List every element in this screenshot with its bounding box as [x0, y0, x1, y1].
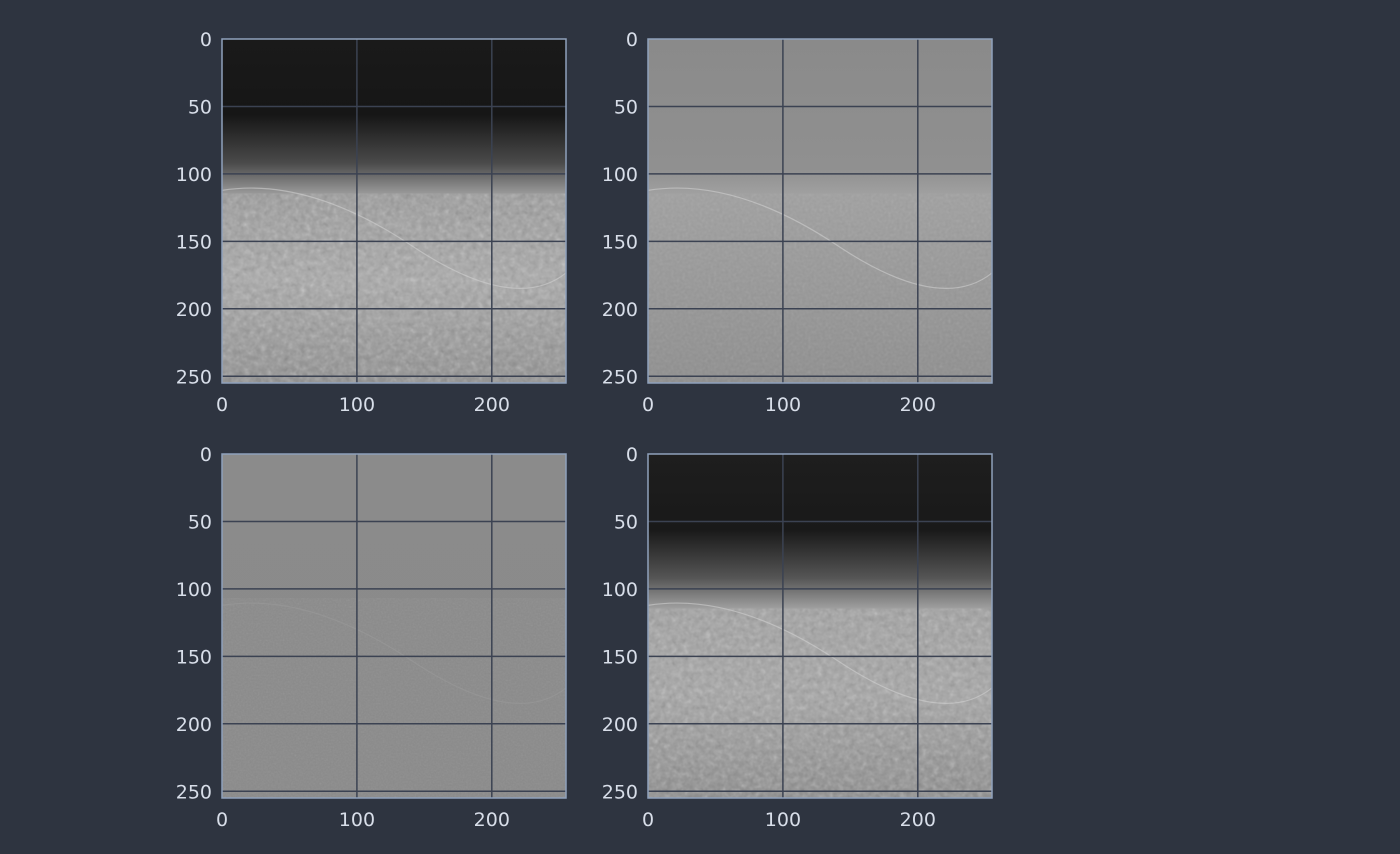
x-tick-label: 100 — [339, 394, 375, 416]
y-tick-label: 0 — [626, 29, 638, 51]
panel-1: 0 100 200 0 50 100 150 200 250 — [176, 29, 567, 416]
y-tick-label: 250 — [602, 781, 638, 803]
panel-2: 0 100 200 0 50 100 150 200 250 — [602, 29, 993, 416]
y-tick-label: 0 — [200, 444, 212, 466]
x-tick-label: 100 — [339, 809, 375, 831]
y-tick-label: 0 — [200, 29, 212, 51]
y-tick-label: 200 — [602, 714, 638, 736]
y-tick-label: 250 — [176, 366, 212, 388]
x-tick-label: 0 — [642, 809, 654, 831]
y-tick-label: 50 — [614, 96, 638, 118]
figure-canvas: 0 100 2000501001502002500 100 20005010015020… — [176, 29, 993, 831]
y-tick-label: 250 — [602, 366, 638, 388]
image-texture-3 — [222, 598, 566, 798]
y-tick-label: 150 — [176, 646, 212, 668]
y-tick-label: 0 — [626, 444, 638, 466]
y-tick-label: 150 — [602, 646, 638, 668]
y-tick-label: 200 — [602, 299, 638, 321]
y-tick-label: 200 — [176, 714, 212, 736]
x-tick-label: 0 — [216, 394, 228, 416]
y-tick-label: 100 — [176, 164, 212, 186]
y-tick-label: 250 — [176, 781, 212, 803]
y-tick-label: 100 — [176, 579, 212, 601]
y-tick-label: 50 — [614, 511, 638, 533]
y-tick-label: 50 — [188, 96, 212, 118]
panel-4: 0 100 200 0 50 100 150 200 250 — [602, 444, 993, 831]
x-tick-label: 100 — [765, 809, 801, 831]
x-tick-label: 100 — [765, 394, 801, 416]
y-tick-label: 100 — [602, 164, 638, 186]
y-tick-label: 50 — [188, 511, 212, 533]
y-tick-label: 100 — [602, 579, 638, 601]
figure: 0 100 200 0 50 100 150 200 250 0 100 200 0 50 100 150 20… — [0, 0, 1400, 850]
x-tick-label: 0 — [642, 394, 654, 416]
x-tick-label: 200 — [474, 809, 510, 831]
y-tick-label: 150 — [176, 231, 212, 253]
x-tick-label: 200 — [900, 809, 936, 831]
x-tick-label: 200 — [474, 394, 510, 416]
y-tick-label: 150 — [602, 231, 638, 253]
x-tick-label: 0 — [216, 809, 228, 831]
x-tick-label: 200 — [900, 394, 936, 416]
panel-3: 0 100 200 0 50 100 150 200 250 — [176, 444, 567, 831]
y-tick-label: 200 — [176, 299, 212, 321]
